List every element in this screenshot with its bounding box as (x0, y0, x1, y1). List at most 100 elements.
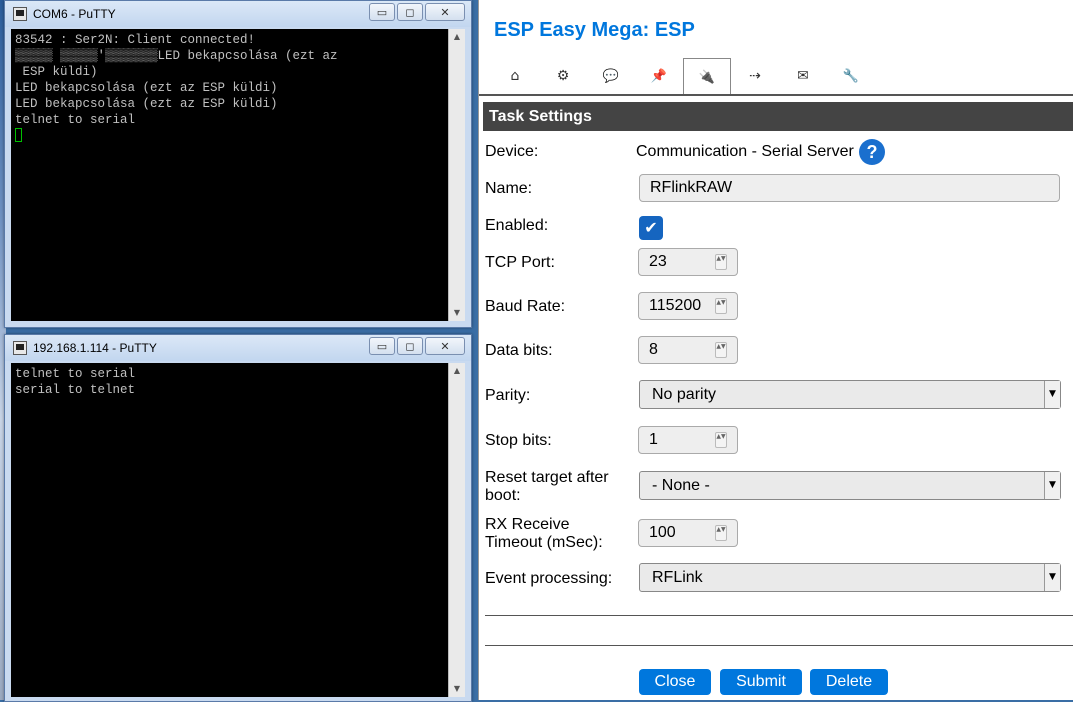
rx-timeout-label-line1: RX Receive (485, 516, 570, 533)
maximize-button[interactable]: ◻ (397, 337, 423, 355)
help-icon[interactable]: ? (859, 139, 885, 165)
window-title: 192.168.1.114 - PuTTY (33, 341, 157, 355)
plug-icon: 🔌 (698, 69, 716, 85)
name-label: Name: (485, 180, 533, 197)
maximize-button[interactable]: ◻ (397, 3, 423, 21)
chevron-down-icon[interactable]: ▼ (1044, 472, 1060, 499)
reset-target-label: Reset target after boot: (485, 469, 609, 505)
tab-tools[interactable]: 🔧 (827, 58, 875, 94)
submit-button[interactable]: Submit (720, 669, 802, 695)
tab-config[interactable]: ⚙ (539, 58, 587, 94)
spinner-icon[interactable]: ▲▼ (715, 432, 727, 448)
tab-controllers[interactable]: 💬 (587, 58, 635, 94)
scrollbar[interactable]: ▲ ▼ (448, 29, 465, 321)
terminal-line: 83542 : Ser2N: Client connected! (15, 33, 256, 47)
enabled-checkbox[interactable]: ✔ (639, 216, 663, 240)
terminal-cursor (15, 128, 22, 142)
tcp-port-label: TCP Port: (485, 254, 555, 271)
spinner-icon[interactable]: ▲▼ (715, 525, 727, 541)
scrollbar[interactable]: ▲ ▼ (448, 363, 465, 697)
reset-target-select[interactable]: - None - ▼ (639, 471, 1061, 500)
reset-target-label-line1: Reset target after (485, 469, 609, 486)
gear-icon: ⚙ (556, 68, 570, 84)
data-bits-label: Data bits: (485, 342, 553, 359)
rx-timeout-label-line2: Timeout (mSec): (485, 534, 603, 551)
enabled-label: Enabled: (485, 217, 549, 234)
tab-rules[interactable]: ⇢ (731, 58, 779, 94)
chevron-down-icon[interactable]: ▼ (1044, 381, 1060, 408)
baud-rate-value: 115200 (649, 297, 702, 314)
tcp-port-input[interactable]: 23 ▲▼ (638, 248, 738, 276)
tab-devices[interactable]: 🔌 (683, 58, 731, 95)
device-value: Communication - Serial Server (636, 143, 854, 160)
close-button[interactable]: ✕ (425, 337, 465, 355)
tab-hardware[interactable]: 📌 (635, 58, 683, 94)
putty-icon (13, 7, 27, 21)
parity-value: No parity (652, 386, 717, 403)
putty-window-telnet[interactable]: 192.168.1.114 - PuTTY ▭ ◻ ✕ telnet to se… (4, 334, 472, 702)
minimize-button[interactable]: ▭ (369, 337, 395, 355)
close-button[interactable]: ✕ (425, 3, 465, 21)
device-label: Device: (485, 143, 539, 160)
wrench-icon: 🔧 (842, 68, 860, 84)
rx-timeout-input[interactable]: 100 ▲▼ (638, 519, 738, 547)
title-bar[interactable]: 192.168.1.114 - PuTTY ▭ ◻ ✕ (5, 335, 471, 361)
chevron-down-icon[interactable]: ▼ (1044, 564, 1060, 591)
parity-label: Parity: (485, 387, 531, 404)
putty-icon (13, 341, 27, 355)
section-header: Task Settings (483, 102, 1073, 131)
spinner-icon[interactable]: ▲▼ (715, 298, 727, 314)
page-title: ESP Easy Mega: ESP (494, 19, 695, 41)
event-processing-label: Event processing: (485, 570, 613, 587)
stop-bits-value: 1 (649, 431, 658, 448)
scroll-up-icon[interactable]: ▲ (449, 29, 465, 45)
putty-window-com6[interactable]: COM6 - PuTTY ▭ ◻ ✕ 83542 : Ser2N: Client… (4, 0, 472, 328)
mail-icon: ✉ (797, 68, 809, 84)
terminal-line: ESP küldi) (15, 65, 98, 79)
window-title: COM6 - PuTTY (33, 7, 116, 21)
rx-timeout-value: 100 (649, 524, 676, 541)
scroll-down-icon[interactable]: ▼ (449, 681, 465, 697)
spinner-icon[interactable]: ▲▼ (715, 254, 727, 270)
chat-icon: 💬 (602, 68, 620, 84)
pin-icon: 📌 (650, 68, 668, 84)
title-bar[interactable]: COM6 - PuTTY ▭ ◻ ✕ (5, 1, 471, 27)
reset-target-value: - None - (652, 477, 710, 494)
baud-rate-input[interactable]: 115200 ▲▼ (638, 292, 738, 320)
baud-rate-label: Baud Rate: (485, 298, 566, 315)
tab-home[interactable]: ⌂ (491, 58, 539, 94)
scroll-down-icon[interactable]: ▼ (449, 305, 465, 321)
terminal-line: telnet to serial (15, 113, 136, 127)
data-bits-value: 8 (649, 341, 658, 358)
divider (485, 615, 1073, 616)
parity-select[interactable]: No parity ▼ (639, 380, 1061, 409)
divider (485, 645, 1073, 646)
rules-icon: ⇢ (749, 68, 761, 84)
reset-target-label-line2: boot: (485, 487, 521, 504)
tab-divider (479, 94, 1073, 96)
scroll-up-icon[interactable]: ▲ (449, 363, 465, 379)
name-input[interactable]: RFlinkRAW (639, 174, 1060, 202)
terminal-line: telnet to serial (15, 367, 136, 381)
terminal-line: LED bekapcsolása (ezt az ESP küldi) (15, 81, 278, 95)
stop-bits-label: Stop bits: (485, 432, 552, 449)
esp-easy-page: ESP Easy Mega: ESP ⌂ ⚙ 💬 📌 🔌 ⇢ ✉ 🔧 Task … (478, 0, 1073, 700)
terminal-output[interactable]: 83542 : Ser2N: Client connected! ▒▒▒▒▒ ▒▒… (11, 29, 448, 321)
minimize-button[interactable]: ▭ (369, 3, 395, 21)
data-bits-input[interactable]: 8 ▲▼ (638, 336, 738, 364)
terminal-line: serial to telnet (15, 383, 136, 397)
event-processing-select[interactable]: RFLink ▼ (639, 563, 1061, 592)
rx-timeout-label: RX Receive Timeout (mSec): (485, 516, 603, 552)
nav-tabs: ⌂ ⚙ 💬 📌 🔌 ⇢ ✉ 🔧 (491, 58, 875, 95)
event-processing-value: RFLink (652, 569, 703, 586)
tcp-port-value: 23 (649, 253, 667, 270)
terminal-output[interactable]: telnet to serial serial to telnet (11, 363, 448, 697)
terminal-line: ▒▒▒▒▒ ▒▒▒▒▒'▒▒▒▒▒▒▒LED bekapcsolása (ezt… (15, 49, 338, 63)
spinner-icon[interactable]: ▲▼ (715, 342, 727, 358)
home-icon: ⌂ (510, 68, 520, 84)
delete-button[interactable]: Delete (810, 669, 888, 695)
stop-bits-input[interactable]: 1 ▲▼ (638, 426, 738, 454)
close-button[interactable]: Close (639, 669, 711, 695)
terminal-line: LED bekapcsolása (ezt az ESP küldi) (15, 97, 278, 111)
tab-notifications[interactable]: ✉ (779, 58, 827, 94)
